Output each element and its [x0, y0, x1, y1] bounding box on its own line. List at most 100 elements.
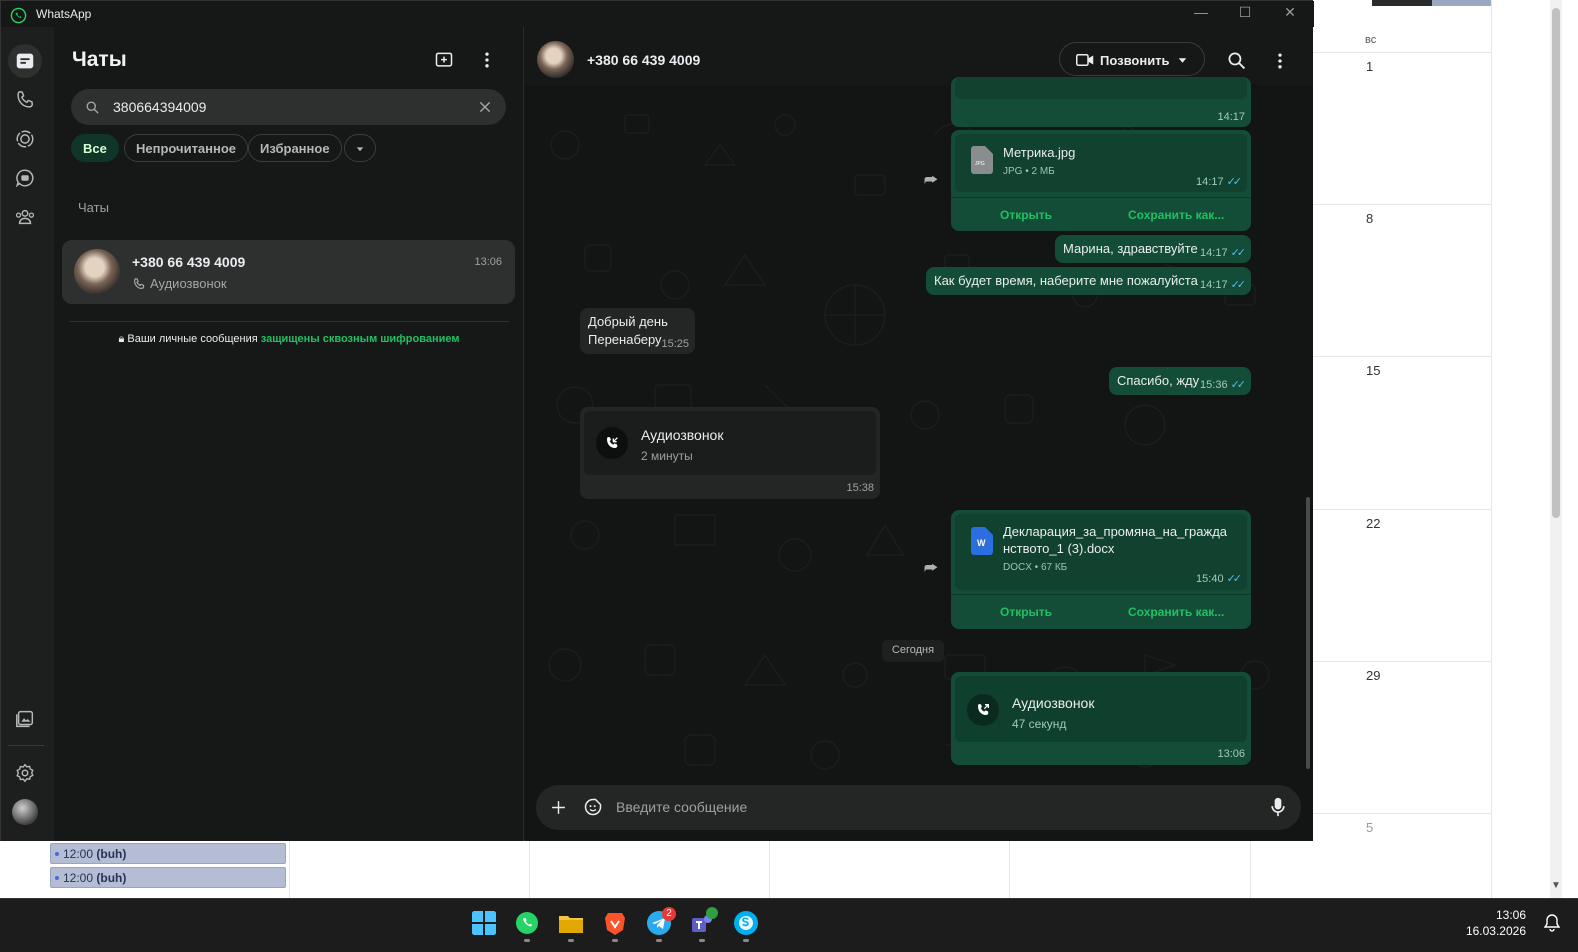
calendar-event[interactable]: 12:00 (buh) [50, 867, 286, 888]
calendar-day[interactable]: 15 [1366, 363, 1380, 378]
divider [69, 321, 509, 322]
calendar-tab-active[interactable] [1432, 0, 1492, 6]
title-bar: WhatsApp — ☐ ✕ [1, 1, 1314, 27]
message-bubble[interactable]: Добрый день Перенаберу 15:25 [580, 308, 695, 354]
search-value[interactable]: 380664394009 [113, 99, 206, 115]
forward-icon[interactable]: ⮫ [924, 560, 938, 577]
document-message[interactable]: JPG Метрика.jpg JPG • 2 МБ 14:17 ✓✓ Откры… [951, 130, 1251, 231]
navigation-rail [1, 27, 54, 841]
file-explorer-icon[interactable] [558, 910, 584, 936]
conversation-title[interactable]: +380 66 439 4009 [587, 52, 700, 68]
whatsapp-icon[interactable] [514, 910, 540, 936]
brave-browser-icon[interactable] [602, 910, 628, 936]
chat-time: 13:06 [474, 256, 502, 268]
search-icon [86, 101, 99, 114]
svg-text:W: W [977, 538, 986, 548]
filter-all[interactable]: Все [71, 134, 119, 162]
skype-icon[interactable] [733, 910, 759, 936]
chat-list-item[interactable]: +380 66 439 4009 13:06 Аудиозвонок [62, 240, 515, 304]
message-bubble[interactable]: 14:17 [951, 77, 1251, 127]
message-bubble[interactable]: Спасибо, жду 15:36 ✓✓ [1109, 367, 1251, 395]
open-button[interactable]: Открыть [1000, 208, 1052, 222]
clear-search-icon[interactable] [478, 100, 492, 114]
calendar-scrollbar-thumb[interactable] [1552, 8, 1560, 518]
sticker-icon[interactable] [583, 797, 603, 817]
channels-icon[interactable] [8, 161, 42, 195]
chat-preview: Аудиозвонок [150, 276, 227, 291]
save-as-button[interactable]: Сохранить как... [1128, 605, 1224, 619]
menu-icon[interactable] [475, 48, 499, 72]
chevron-down-icon [356, 147, 364, 152]
video-icon [1076, 54, 1094, 66]
missed-call-icon [596, 427, 628, 459]
scroll-down-icon[interactable]: ▼ [1551, 880, 1561, 891]
maximize-icon[interactable]: ☐ [1230, 4, 1260, 21]
calendar-day[interactable]: 22 [1366, 516, 1380, 531]
document-name: Метрика.jpg [1003, 145, 1076, 160]
message-composer[interactable]: Введите сообщение [536, 785, 1301, 830]
message-bubble[interactable]: Как будет время, наберите мне пожалуйста… [926, 267, 1251, 295]
settings-icon[interactable] [8, 756, 42, 790]
calendar-day[interactable]: 8 [1366, 211, 1373, 226]
minimize-icon[interactable]: — [1186, 4, 1216, 20]
panel-title: Чаты [72, 48, 127, 71]
start-icon[interactable] [471, 910, 497, 936]
notifications-bell-icon[interactable] [1544, 914, 1560, 932]
filter-favorites[interactable]: Избранное [248, 134, 342, 162]
taskbar: 2 13:06 16.03.2026 [0, 898, 1578, 952]
communities-icon[interactable] [8, 200, 42, 234]
chat-name: +380 66 439 4009 [132, 254, 246, 270]
rail-divider [8, 745, 44, 746]
chevron-down-icon [1178, 58, 1187, 63]
outgoing-call-icon [967, 694, 999, 726]
menu-icon[interactable] [1270, 51, 1290, 71]
new-chat-icon[interactable] [432, 48, 456, 72]
clock-date[interactable]: 16.03.2026 [1466, 924, 1526, 938]
filter-more-dropdown[interactable] [344, 134, 376, 162]
call-message[interactable]: Аудиозвонок 47 секунд 13:06 [951, 672, 1251, 765]
whatsapp-window: WhatsApp — ☐ ✕ Чаты 380664394009 Все Неп… [0, 0, 1314, 841]
calendar-event[interactable]: 12:00 (buh) [50, 843, 286, 864]
calendar-day[interactable]: 29 [1366, 668, 1380, 683]
message-bubble[interactable]: Марина, здравствуйте 14:17 ✓✓ [1055, 235, 1251, 263]
image-file-icon: JPG [971, 146, 993, 174]
clock-time[interactable]: 13:06 [1496, 908, 1526, 922]
lock-icon: 🔒︎ [118, 333, 125, 345]
notification-badge: 2 [662, 907, 676, 921]
calendar-day[interactable]: 1 [1366, 59, 1373, 74]
search-input[interactable]: 380664394009 [71, 89, 506, 125]
svg-text:JPG: JPG [975, 161, 985, 167]
document-meta: DOCX • 67 КБ [1003, 562, 1068, 573]
document-meta: JPG • 2 МБ [1003, 166, 1055, 177]
message-input[interactable]: Введите сообщение [616, 799, 747, 815]
conversation-scrollbar[interactable] [1306, 497, 1310, 769]
save-as-button[interactable]: Сохранить как... [1128, 208, 1224, 222]
status-icon[interactable] [8, 122, 42, 156]
calendar-day[interactable]: 5 [1366, 820, 1373, 835]
calls-icon[interactable] [8, 83, 42, 117]
document-message[interactable]: W Декларация_за_промяна_на_гражда нствот… [951, 510, 1251, 629]
forward-icon[interactable]: ⮫ [924, 172, 938, 189]
app-title: WhatsApp [36, 7, 92, 21]
profile-avatar[interactable] [12, 799, 38, 825]
search-icon[interactable] [1227, 51, 1246, 70]
media-gallery-icon[interactable] [8, 702, 42, 736]
chats-icon[interactable] [8, 44, 42, 78]
encryption-link[interactable]: защищены сквозным шифрованием [261, 333, 460, 345]
whatsapp-logo-icon [10, 7, 27, 24]
date-separator: Сегодня [882, 640, 944, 662]
running-indicator [656, 939, 662, 942]
microphone-icon[interactable] [1270, 797, 1286, 817]
status-available-icon [706, 907, 718, 919]
attach-plus-icon[interactable] [550, 799, 567, 816]
contact-avatar[interactable] [537, 41, 574, 78]
word-document-icon: W [971, 527, 993, 555]
call-message[interactable]: Аудиозвонок 2 минуты 15:38 [580, 407, 880, 499]
call-button[interactable]: Позвонить [1059, 42, 1205, 76]
contact-avatar [74, 249, 120, 295]
encryption-text: Ваши личные сообщения [127, 333, 261, 345]
open-button[interactable]: Открыть [1000, 605, 1052, 619]
close-icon[interactable]: ✕ [1275, 4, 1305, 21]
encryption-note: 🔒︎ Ваши личные сообщения защищены сквозн… [54, 333, 524, 346]
filter-unread[interactable]: Непрочитанное [124, 134, 249, 162]
